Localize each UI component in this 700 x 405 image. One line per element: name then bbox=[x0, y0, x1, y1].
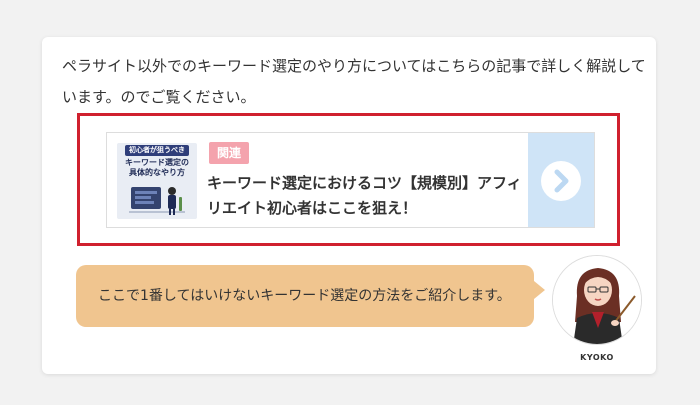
related-article-title[interactable]: キーワード選定におけるコツ【規模別】アフィリエイト初心者はここを狙え！ bbox=[207, 171, 529, 221]
article-content-card: ペラサイト以外でのキーワード選定のやり方についてはこちらの記事で詳しく解説してい… bbox=[42, 37, 656, 374]
related-article-thumbnail[interactable]: 初心者が狙うべき キーワード選定の 具体的なやり方 bbox=[117, 143, 197, 219]
related-article-link-card[interactable]: 初心者が狙うべき キーワード選定の 具体的なやり方 関連 キーワード選定における… bbox=[106, 132, 595, 228]
speaker-name: KYOKO bbox=[580, 353, 614, 362]
related-badge: 関連 bbox=[209, 142, 250, 164]
thumbnail-title-line2: 具体的なやり方 bbox=[129, 168, 185, 177]
speech-bubble: ここで1番してはいけないキーワード選定の方法をご紹介します。 bbox=[76, 265, 534, 327]
thumbnail-tag: 初心者が狙うべき bbox=[125, 145, 189, 156]
avatar-illustration bbox=[553, 256, 641, 344]
arrow-panel[interactable] bbox=[528, 133, 594, 227]
thumbnail-title-line1: キーワード選定の bbox=[125, 158, 189, 167]
chevron-right-icon[interactable] bbox=[541, 161, 581, 201]
highlight-frame: 初心者が狙うべき キーワード選定の 具体的なやり方 関連 キーワード選定における… bbox=[77, 113, 620, 246]
speech-bubble-tail bbox=[534, 281, 545, 299]
thumbnail-title: キーワード選定の 具体的なやり方 bbox=[119, 158, 195, 178]
thumbnail-illustration bbox=[129, 187, 185, 215]
intro-paragraph: ペラサイト以外でのキーワード選定のやり方についてはこちらの記事で詳しく解説してい… bbox=[62, 57, 646, 106]
avatar bbox=[552, 255, 642, 345]
